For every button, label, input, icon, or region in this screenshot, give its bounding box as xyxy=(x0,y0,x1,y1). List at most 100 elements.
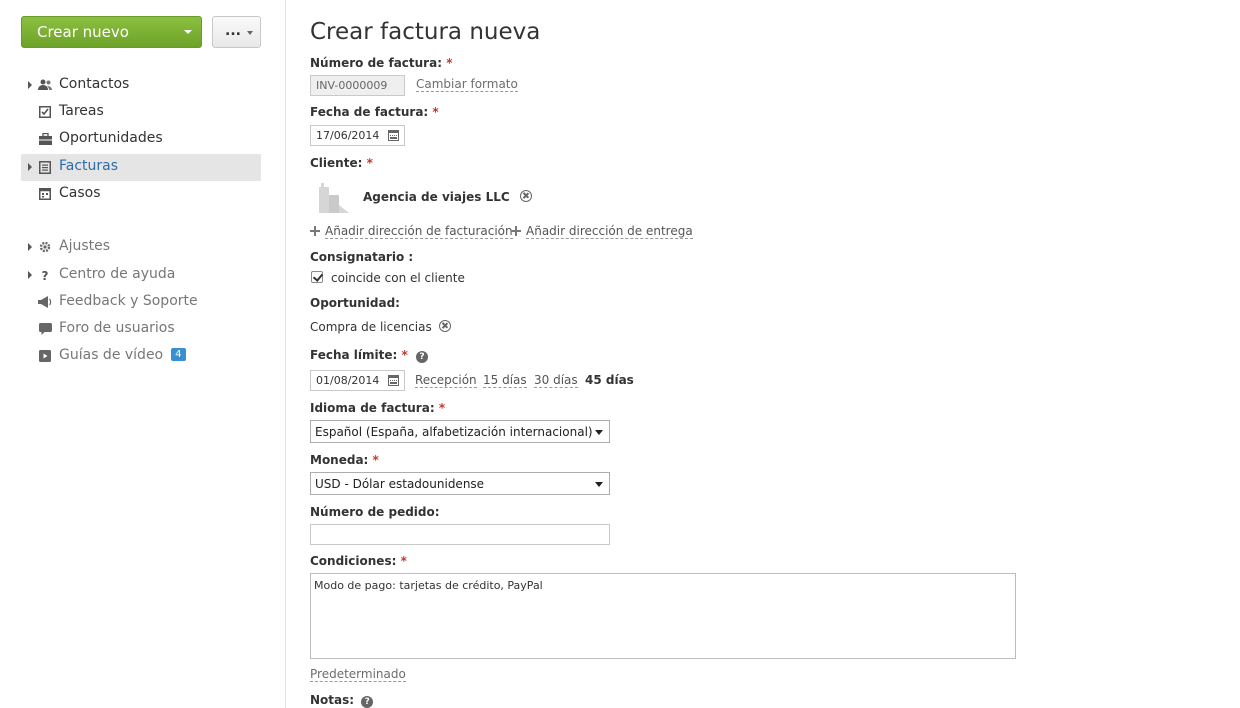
invoice-date-input[interactable]: 17/06/2014 xyxy=(310,125,405,146)
required-mark: * xyxy=(372,453,379,467)
more-button[interactable]: ... xyxy=(212,16,261,48)
tasks-icon xyxy=(38,106,52,120)
create-new-button[interactable]: Crear nuevo xyxy=(21,16,202,48)
client-name: Agencia de viajes LLC xyxy=(363,190,510,204)
consignee-checkbox-label: coincide con el cliente xyxy=(331,271,465,285)
due-option-reception[interactable]: Recepción xyxy=(415,373,477,388)
sidebar-item-label: Tareas xyxy=(59,103,104,119)
add-billing-wrap: Añadir dirección de facturación xyxy=(310,224,513,239)
required-mark: * xyxy=(366,156,373,170)
conditions-label: Condiciones: * xyxy=(310,554,407,568)
label-text: Número de factura: xyxy=(310,56,442,70)
calendar-icon[interactable] xyxy=(388,375,399,386)
expand-arrow-icon[interactable] xyxy=(28,271,32,279)
chevron-down-icon xyxy=(247,31,253,35)
invoice-icon xyxy=(38,161,52,175)
due-option-30-days[interactable]: 30 días xyxy=(534,373,578,388)
due-date-input[interactable]: 01/08/2014 xyxy=(310,370,405,391)
help-icon[interactable]: ? xyxy=(415,351,428,363)
invoice-date-label: Fecha de factura: * xyxy=(310,105,439,119)
opportunity-label: Oportunidad: xyxy=(310,296,400,310)
sidebar-item-feedback-y-soporte[interactable]: Feedback y Soporte xyxy=(21,289,261,316)
sidebar-item-contactos[interactable]: Contactos xyxy=(21,72,261,99)
due-date-label: Fecha límite: * ? xyxy=(310,348,428,363)
due-date-value: 01/08/2014 xyxy=(316,374,380,387)
sidebar-item-ajustes[interactable]: Ajustes xyxy=(21,234,261,261)
building-icon xyxy=(319,183,349,213)
conditions-textarea[interactable]: Modo de pago: tarjetas de crédito, PayPa… xyxy=(310,573,1016,659)
language-value: Español (España, alfabetización internac… xyxy=(315,425,593,439)
sidebar-item-tareas[interactable]: Tareas xyxy=(21,99,261,126)
due-option-45-days[interactable]: 45 días xyxy=(585,373,634,387)
invoice-number-label: Número de factura: * xyxy=(310,56,452,70)
sidebar-item-label: Centro de ayuda xyxy=(59,266,176,282)
expand-arrow-icon[interactable] xyxy=(28,81,32,89)
chat-icon xyxy=(38,323,52,337)
default-conditions-link[interactable]: Predeterminado xyxy=(310,667,406,682)
language-select[interactable]: Español (España, alfabetización internac… xyxy=(310,420,610,443)
remove-opportunity-icon[interactable] xyxy=(438,320,451,332)
remove-client-icon[interactable] xyxy=(519,190,532,202)
gear-icon xyxy=(38,241,52,255)
label-text: Idioma de factura: xyxy=(310,401,435,415)
plus-icon xyxy=(511,226,521,236)
briefcase-icon xyxy=(38,132,52,147)
video-icon xyxy=(38,350,52,364)
invoice-form: Crear factura nueva Número de factura: *… xyxy=(310,0,1230,708)
calendar-icon xyxy=(38,188,52,202)
sidebar-item-label: Feedback y Soporte xyxy=(59,293,198,309)
required-mark: * xyxy=(432,105,439,119)
sidebar-item-label: Foro de usuarios xyxy=(59,320,175,336)
calendar-icon[interactable] xyxy=(388,130,399,141)
invoice-number-input[interactable]: INV-0000009 xyxy=(310,75,405,96)
sidebar-item-label: Casos xyxy=(59,185,101,201)
sidebar-item-oportunidades[interactable]: Oportunidades xyxy=(21,126,261,153)
label-text: Notas: xyxy=(310,693,355,707)
label-text: Condiciones: xyxy=(310,554,397,568)
opportunity-value: Compra de licencias xyxy=(310,320,432,334)
required-mark: * xyxy=(400,554,407,568)
sidebar-item-guias-de-video[interactable]: Guías de vídeo 4 xyxy=(21,343,261,370)
client-label: Cliente: * xyxy=(310,156,373,170)
due-option-15-days[interactable]: 15 días xyxy=(483,373,527,388)
sidebar-item-centro-de-ayuda[interactable]: ? Centro de ayuda xyxy=(21,262,261,289)
change-format-link[interactable]: Cambiar formato xyxy=(416,77,518,92)
question-icon: ? xyxy=(41,269,49,283)
default-link-wrap: Predeterminado xyxy=(310,667,406,682)
dropdown-arrow-icon xyxy=(595,482,603,487)
currency-value: USD - Dólar estadounidense xyxy=(315,477,485,491)
required-mark: * xyxy=(438,401,446,415)
sidebar-item-facturas[interactable]: Facturas xyxy=(21,154,261,181)
sidebar-item-label-wrap: Guías de vídeo 4 xyxy=(59,347,186,363)
due-option-reception-wrap: Recepción xyxy=(415,373,477,388)
sidebar-item-label: Facturas xyxy=(59,158,119,174)
due-option-30-wrap: 30 días xyxy=(534,373,578,388)
required-mark: * xyxy=(401,348,408,362)
label-text: Fecha límite: xyxy=(310,348,398,362)
sidebar: Crear nuevo ... Contactos Tareas Oportun… xyxy=(0,0,286,708)
sidebar-item-casos[interactable]: Casos xyxy=(21,181,261,208)
expand-arrow-icon[interactable] xyxy=(28,243,32,251)
megaphone-icon xyxy=(38,296,52,310)
opportunity-value-wrap: Compra de licencias xyxy=(310,320,451,334)
currency-select[interactable]: USD - Dólar estadounidense xyxy=(310,472,610,495)
video-count-badge: 4 xyxy=(171,348,186,361)
add-shipping-wrap: Añadir dirección de entrega xyxy=(511,224,693,239)
change-format-wrap: Cambiar formato xyxy=(416,77,518,92)
consignee-same-checkbox[interactable] xyxy=(311,271,323,283)
language-label: Idioma de factura: * xyxy=(310,401,445,415)
invoice-date-value: 17/06/2014 xyxy=(316,129,380,142)
add-shipping-address-link[interactable]: Añadir dirección de entrega xyxy=(526,224,693,239)
label-text: Moneda: xyxy=(310,453,369,467)
label-text: Fecha de factura: xyxy=(310,105,429,119)
dropdown-arrow-icon xyxy=(595,430,603,435)
due-option-15-wrap: 15 días xyxy=(483,373,527,388)
help-icon[interactable]: ? xyxy=(361,696,374,708)
currency-label: Moneda: * xyxy=(310,453,379,467)
sidebar-item-label: Oportunidades xyxy=(59,130,163,146)
client-name-wrap: Agencia de viajes LLC xyxy=(363,190,532,204)
expand-arrow-icon[interactable] xyxy=(28,163,32,171)
order-number-input[interactable] xyxy=(310,524,610,545)
sidebar-item-foro-de-usuarios[interactable]: Foro de usuarios xyxy=(21,316,261,343)
add-billing-address-link[interactable]: Añadir dirección de facturación xyxy=(325,224,513,239)
